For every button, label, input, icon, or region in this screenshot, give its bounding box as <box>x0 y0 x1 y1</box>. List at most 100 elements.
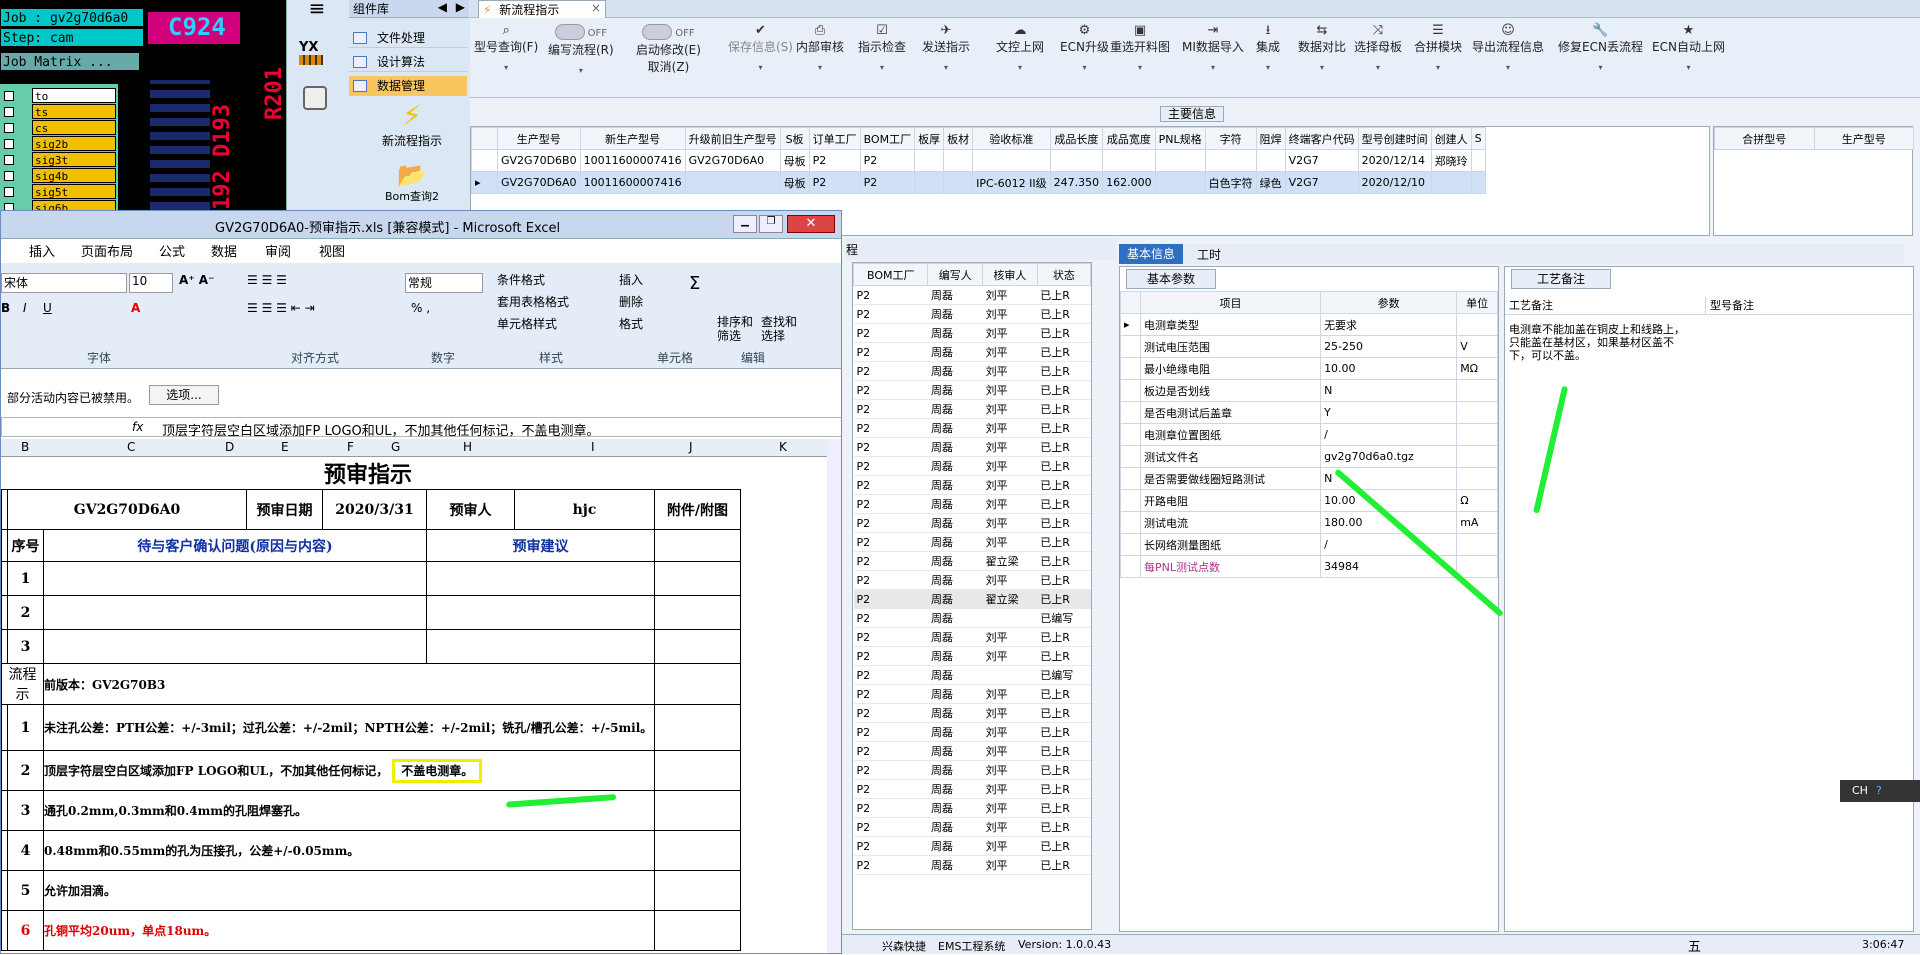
list-item[interactable]: P2 周磊 刘平 已上R <box>853 342 1091 362</box>
column-header[interactable]: 验收标准 <box>972 127 1051 150</box>
table-cell[interactable]: P2 <box>808 171 861 194</box>
param-cell[interactable]: / <box>1320 423 1458 446</box>
grow-font-icon[interactable]: A⁺ A⁻ <box>179 273 214 287</box>
merge-table[interactable]: 合拼型号 生产型号 <box>1713 126 1914 236</box>
dropdown-arrow-icon[interactable]: ▾ <box>1298 63 1346 72</box>
toggle-off-icon[interactable]: OFF <box>636 24 701 41</box>
list-item[interactable]: P2 周磊 刘平 已上R <box>853 513 1091 533</box>
menu-icon[interactable]: ≡ <box>293 0 341 20</box>
dropdown-arrow-icon[interactable]: ▾ <box>1414 63 1462 72</box>
column-header[interactable]: 字符 <box>1204 127 1257 150</box>
table-cell[interactable]: GV2G70D6A0 <box>497 171 581 194</box>
italic-icon[interactable]: I <box>23 301 27 315</box>
dropdown-arrow-icon[interactable]: ▾ <box>1256 63 1280 72</box>
layer-checkbox[interactable] <box>4 91 14 101</box>
sum-icon[interactable]: Σ <box>689 273 700 294</box>
dropdown-arrow-icon[interactable]: ▾ <box>1652 63 1725 72</box>
percent-icon[interactable]: % , <box>411 301 430 315</box>
dropdown-arrow-icon[interactable]: ▾ <box>796 63 844 72</box>
column-letter[interactable]: E <box>281 440 289 454</box>
column-header[interactable]: 阻焊 <box>1255 127 1286 150</box>
dropdown-arrow-icon[interactable]: ▾ <box>728 63 793 72</box>
flow-item[interactable]: 通孔0.2mm,0.3mm和0.4mm的孔阻焊塞孔。 <box>43 790 655 831</box>
table-cell[interactable]: 162.000 <box>1102 171 1156 194</box>
column-header[interactable]: 新生产型号 <box>579 127 686 150</box>
layer-checkbox[interactable] <box>4 123 14 133</box>
column-header[interactable]: 成品宽度 <box>1102 127 1156 150</box>
column-letter[interactable]: F <box>347 440 354 454</box>
toolbar-button-2[interactable]: OFF 启动修改(E) 取消(Z) <box>636 24 701 75</box>
column-header[interactable]: 升级前旧生产型号 <box>684 127 781 150</box>
column-letter[interactable]: J <box>689 440 693 454</box>
toolbar-button-5[interactable]: ☑ 指示检查 ▾ <box>858 24 906 73</box>
column-header[interactable]: 单位 <box>1456 291 1498 314</box>
underline-icon[interactable]: U <box>43 301 52 315</box>
worksheet[interactable]: 预审指示 GV2G70D6A0 预审日期 2020/3/31 预审人 hjc 附… <box>1 457 827 953</box>
table-cell[interactable]: 2020/12/10 <box>1357 171 1432 194</box>
column-header[interactable]: 生产型号 <box>497 127 581 150</box>
flow-item[interactable]: 未注孔公差：PTH公差：+/-3mil；过孔公差：+/-2mil；NPTH公差：… <box>43 704 655 751</box>
column-header[interactable]: BOM工厂 <box>859 127 916 150</box>
yx-app-icon[interactable]: YX <box>299 40 335 68</box>
cell-reviewer-label[interactable]: 预审人 <box>426 489 515 530</box>
column-header[interactable]: 编写人 <box>927 263 984 286</box>
table-cell[interactable]: 绿色 <box>1255 171 1286 194</box>
ribbon-tab[interactable]: 公式 <box>159 241 185 260</box>
list-item[interactable]: P2 周磊 刘平 已上R <box>853 475 1091 495</box>
align-icons[interactable]: ☰ ☰ ☰ ⇤ ⇥ <box>247 301 315 315</box>
nav-item-file[interactable]: 文件处理 <box>349 28 467 48</box>
basic-params-table[interactable]: 项目 参数 单位 ▸ 电测章类型 无要求 测试电压范围 25-250 V 最小绝缘电阻 10.00 M… <box>1120 291 1498 911</box>
list-item[interactable]: P2 周磊 翟立梁 已上R <box>853 551 1091 571</box>
column-header[interactable]: 核审人 <box>982 263 1038 286</box>
param-cell[interactable]: Y <box>1320 401 1458 424</box>
cell-attach[interactable]: 附件/附图 <box>654 489 741 530</box>
cell-seq[interactable]: 序号 <box>7 529 44 562</box>
column-header[interactable]: 成品长度 <box>1049 127 1104 150</box>
column-header[interactable]: BOM工厂 <box>853 263 929 286</box>
cell-style[interactable]: 单元格样式 <box>497 315 557 332</box>
param-row[interactable]: 电测章位置图纸 / <box>1120 423 1498 446</box>
toolbar-button-7[interactable]: ☁ 文控上网 ▾ <box>996 24 1044 73</box>
param-cell[interactable]: / <box>1320 533 1458 556</box>
table-cell[interactable] <box>1470 149 1486 172</box>
param-row[interactable]: ▸ 电测章类型 无要求 <box>1120 313 1498 336</box>
table-row[interactable]: GV2G70D6B0 10011600007416 GV2G70D6A0 母板 P2 P2… <box>471 149 1486 172</box>
conditional-format[interactable]: 条件格式 <box>497 271 545 288</box>
cell-date[interactable]: 2020/3/31 <box>322 489 427 530</box>
restore-icon[interactable]: ❐ <box>759 215 783 233</box>
calculator-icon[interactable] <box>303 86 327 110</box>
column-header[interactable]: 板材 <box>943 127 974 150</box>
table-cell[interactable]: 白色字符 <box>1204 171 1257 194</box>
list-item[interactable]: P2 周磊 刘平 已上R <box>853 456 1091 476</box>
param-row[interactable]: 板边是否划线 N <box>1120 379 1498 402</box>
list-item[interactable]: P2 周磊 刘平 已上R <box>853 798 1091 818</box>
dropdown-arrow-icon[interactable]: ▾ <box>858 63 906 72</box>
tab-craft-notes[interactable]: 工艺备注 <box>1511 269 1611 289</box>
column-header[interactable]: 参数 <box>1320 291 1458 314</box>
nav-item-data[interactable]: 数据管理 <box>349 76 467 96</box>
list-item[interactable]: P2 周磊 刘平 已上R <box>853 646 1091 666</box>
param-cell[interactable]: 25-250 <box>1320 335 1458 358</box>
tab-basic-info[interactable]: 基本信息 <box>1119 244 1183 264</box>
dropdown-arrow-icon[interactable]: ▾ <box>548 66 614 75</box>
toggle-switch[interactable] <box>554 24 585 40</box>
flow-item[interactable]: 允许加泪滴。 <box>43 870 655 911</box>
toolbar-button-6[interactable]: ✈ 发送指示 ▾ <box>922 24 970 73</box>
dropdown-arrow-icon[interactable]: ▾ <box>1558 63 1643 72</box>
column-letter[interactable]: I <box>591 440 595 454</box>
cell-job[interactable]: GV2G70D6A0 <box>7 489 247 530</box>
list-item[interactable]: P2 周磊 刘平 已上R <box>853 855 1091 875</box>
toolbar-button-11[interactable]: ⭳ 集成 ▾ <box>1256 24 1280 73</box>
table-cell[interactable]: V2G7 <box>1284 149 1359 172</box>
column-header[interactable]: 订单工厂 <box>808 127 861 150</box>
list-item[interactable]: P2 周磊 刘平 已上R <box>853 627 1091 647</box>
toolbar-button-4[interactable]: ⎙ 内部审核 ▾ <box>796 24 844 73</box>
table-cell[interactable] <box>943 149 974 172</box>
table-cell[interactable] <box>1154 171 1206 194</box>
table-cell[interactable] <box>1430 171 1472 194</box>
toolbar-button-1[interactable]: OFF 编写流程(R) ▾ <box>548 24 614 75</box>
minimize-icon[interactable]: ▁ <box>733 215 757 233</box>
list-item[interactable]: P2 周磊 已编写 <box>853 608 1091 628</box>
table-cell[interactable]: GV2G70D6A0 <box>684 149 781 172</box>
table-cell[interactable]: 母板 <box>779 149 810 172</box>
